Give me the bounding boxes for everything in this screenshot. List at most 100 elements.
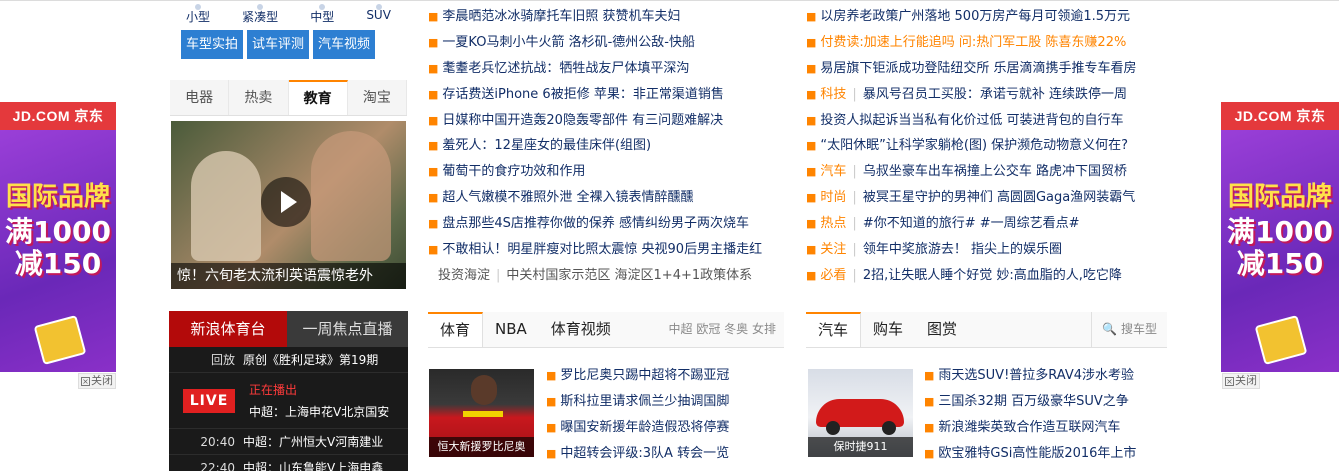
news-link[interactable]: 盘点那些4S店推荐你做的保养 感情纠纷男子两次烧车	[442, 216, 749, 231]
news-link[interactable]: 曝国安新援年龄造假恐将停赛	[560, 420, 729, 435]
news-link[interactable]: 不敢相认！明星胖瘦对比照太震惊 央视90后男主播走红	[442, 242, 762, 257]
news-link[interactable]: 乌叔坐豪车出车祸撞上公交车 路虎冲下国贸桥	[863, 164, 1127, 179]
news-link[interactable]: 暴风号召员工买股：承诺亏就补 连续跌停一周	[863, 87, 1127, 102]
sponsor-link[interactable]: 投资海淀	[438, 268, 490, 283]
now-playing-match[interactable]: 中超：上海申花V北京国安	[249, 403, 389, 420]
news-link[interactable]: 欧宝雅特GSi高性能版2016年上市	[938, 446, 1136, 461]
schedule-match[interactable]: 中超：广州恒大V河南建业	[243, 429, 408, 454]
news-link[interactable]: 李晨晒范冰冰骑摩托车旧照 获赞机车夫妇	[442, 9, 680, 24]
bullet-icon: ■	[428, 165, 439, 179]
news-link[interactable]: 易居旗下钜派成功登陆纽交所 乐居滴滴携手推专车看房	[820, 61, 1136, 76]
bullet-icon: ■	[806, 268, 817, 282]
tab-nba[interactable]: NBA	[483, 312, 539, 347]
tab-hot-sale[interactable]: 热卖	[229, 80, 289, 115]
news-link[interactable]: 被冥王星守护的男神们 高圆圆Gaga渔网装霸气	[863, 190, 1135, 205]
schedule-row[interactable]: 20:40 中超：广州恒大V河南建业	[169, 429, 408, 455]
news-link[interactable]: 付费读:加速上行能追吗 问:热门军工股 陈喜东赚22%	[820, 35, 1126, 50]
news-link[interactable]: 斯科拉里请求佩兰少抽调国脚	[560, 394, 729, 409]
replay-row[interactable]: 回放 原创《胜利足球》第19期	[169, 347, 408, 373]
list-item: ■ 雨天选SUV!普拉多RAV4涉水考验	[924, 363, 1164, 389]
news-link[interactable]: 中超转会评级:3队A 转会一览	[560, 446, 729, 461]
sport-sub-links[interactable]: 中超 欧冠 冬奥 女排	[669, 312, 784, 347]
news-link[interactable]: 超人气嫩模不雅照外泄 全裸入镜表情醉醺醺	[442, 190, 693, 205]
sina-sports-live-panel: 新浪体育台 一周焦点直播 回放 原创《胜利足球》第19期 LIVE 正在播出 中…	[169, 311, 408, 471]
now-playing[interactable]: LIVE 正在播出 中超：上海申花V北京国安	[169, 373, 408, 429]
tab-auto[interactable]: 汽车	[806, 312, 862, 347]
top-divider	[0, 0, 1339, 1]
bullet-icon: ■	[546, 369, 557, 382]
test-drive-button[interactable]: 试车评测	[247, 30, 310, 59]
tab-weekly-live[interactable]: 一周焦点直播	[287, 311, 408, 347]
sport-thumbnail[interactable]: 恒大新援罗比尼奥	[429, 369, 534, 457]
tab-sport[interactable]: 体育	[428, 312, 484, 347]
tab-buy-car[interactable]: 购车	[861, 312, 915, 347]
list-item: ■ 羞死人：12星座女的最佳床伴(组图)	[428, 133, 788, 159]
shopping-tabs: 电器 热卖 教育 淘宝	[170, 80, 407, 116]
category-link[interactable]: 热点	[820, 216, 846, 231]
tab-gallery[interactable]: 图赏	[915, 312, 969, 347]
auto-thumbnail-caption[interactable]: 保时捷911	[808, 437, 913, 457]
schedule-time: 22:40	[200, 461, 235, 471]
jd-ad-left[interactable]: JD.COM 京东 国际品牌 满1000 减150	[0, 102, 116, 372]
news-link[interactable]: 领年中奖旅游去！ 指尖上的娱乐圈	[863, 242, 1062, 257]
car-type-small[interactable]: 小型	[186, 4, 210, 25]
ad-discount: 减150	[1236, 247, 1324, 280]
car-type-suv[interactable]: SUV	[366, 4, 391, 25]
car-type-midsize[interactable]: 中型	[310, 4, 334, 25]
car-photos-button[interactable]: 车型实拍	[181, 30, 244, 59]
news-link[interactable]: 葡萄干的食疗功效和作用	[442, 164, 585, 179]
tab-education[interactable]: 教育	[288, 80, 348, 115]
news-link[interactable]: 新浪潍柴英致合作造互联网汽车	[938, 420, 1120, 435]
schedule-match[interactable]: 中超：山东鲁能V上海申鑫	[243, 455, 408, 471]
tab-appliances[interactable]: 电器	[170, 80, 230, 115]
car-type-compact[interactable]: 紧凑型	[242, 4, 278, 25]
jd-ad-right[interactable]: JD.COM 京东 国际品牌 满1000 减150	[1221, 102, 1339, 372]
news-link[interactable]: 投资人拟起诉当当私有化价过低 可装进背包的自行车	[820, 113, 1123, 128]
category-link[interactable]: 必看	[820, 268, 846, 283]
news-link[interactable]: 三国杀32期 百万级豪华SUV之争	[938, 394, 1128, 409]
tab-taobao[interactable]: 淘宝	[347, 80, 407, 115]
video-caption[interactable]: 惊！六旬老太流利英语震惊老外	[171, 263, 406, 289]
category-link[interactable]: 关注	[820, 242, 846, 257]
video-person-left	[191, 151, 261, 261]
ad-close-button-right[interactable]: × 关闭	[1222, 373, 1260, 389]
news-link[interactable]: 存话费送iPhone 6被拒修 苹果：非正常渠道销售	[442, 87, 723, 102]
news-link[interactable]: 2招,让失眠人睡个好觉 妙:高血脂的人,吃它降	[863, 268, 1122, 283]
list-item: ■ 耄耋老兵忆述抗战：牺牲战友尸体填平深沟	[428, 56, 788, 82]
schedule-row[interactable]: 22:40 中超：山东鲁能V上海申鑫	[169, 455, 408, 471]
ad-banner-body: 国际品牌 满1000 减150	[0, 130, 116, 372]
car-video-button[interactable]: 汽车视频	[313, 30, 376, 59]
ad-close-button-left[interactable]: × 关闭	[78, 373, 116, 389]
car-wheel	[882, 421, 896, 435]
bullet-icon: ■	[806, 165, 817, 179]
news-link[interactable]: 罗比尼奥只踢中超将不踢亚冠	[560, 368, 729, 383]
replay-title[interactable]: 原创《胜利足球》第19期	[243, 347, 408, 372]
sponsor-link[interactable]: 中关村国家示范区 海淀区1+4+1政策体系	[506, 268, 752, 283]
tab-sport-video[interactable]: 体育视频	[539, 312, 623, 347]
car-search[interactable]: 🔍 搜车型	[1091, 312, 1167, 347]
list-item: ■ 欧宝雅特GSi高性能版2016年上市	[924, 441, 1164, 467]
auto-thumbnail[interactable]: 保时捷911	[808, 369, 913, 457]
tab-sina-sports-tv[interactable]: 新浪体育台	[169, 311, 287, 347]
news-link[interactable]: 以房养老政策广州落地 500万房产每月可领逾1.5万元	[820, 9, 1130, 24]
news-link[interactable]: 耄耋老兵忆述抗战：牺牲战友尸体填平深沟	[442, 61, 689, 76]
news-link[interactable]: 羞死人：12星座女的最佳床伴(组图)	[442, 138, 651, 153]
list-item: ■ 李晨晒范冰冰骑摩托车旧照 获赞机车夫妇	[428, 4, 788, 30]
car-buttons: 车型实拍 试车评测 汽车视频	[181, 30, 376, 59]
sport-thumbnail-caption[interactable]: 恒大新援罗比尼奥	[429, 437, 534, 457]
video-thumbnail[interactable]: 惊！六旬老太流利英语震惊老外	[171, 121, 406, 289]
news-link[interactable]: “太阳休眠”让科学家躺枪(图) 保护濒危动物意义何在?	[820, 138, 1128, 153]
bag-icon	[33, 314, 87, 366]
category-link[interactable]: 汽车	[820, 164, 846, 179]
category-link[interactable]: 科技	[820, 87, 846, 102]
news-link[interactable]: 日媒称中国开造轰20隐轰零部件 有三问题难解决	[442, 113, 723, 128]
bullet-icon: ■	[924, 394, 935, 408]
news-link[interactable]: 雨天选SUV!普拉多RAV4涉水考验	[938, 368, 1134, 383]
news-link[interactable]: #你不知道的旅行# #一周综艺看点#	[863, 216, 1080, 231]
list-item: ■ 关注 | 领年中奖旅游去！ 指尖上的娱乐圈	[806, 237, 1166, 263]
category-link[interactable]: 时尚	[820, 190, 846, 205]
jd-logo: JD.COM 京东	[1221, 102, 1339, 130]
play-icon[interactable]	[261, 177, 311, 227]
news-link[interactable]: 一夏KO马刺小牛火箭 洛杉矶-德州公敌-快船	[442, 35, 695, 50]
ad-banner-body: 国际品牌 满1000 减150	[1221, 130, 1339, 372]
